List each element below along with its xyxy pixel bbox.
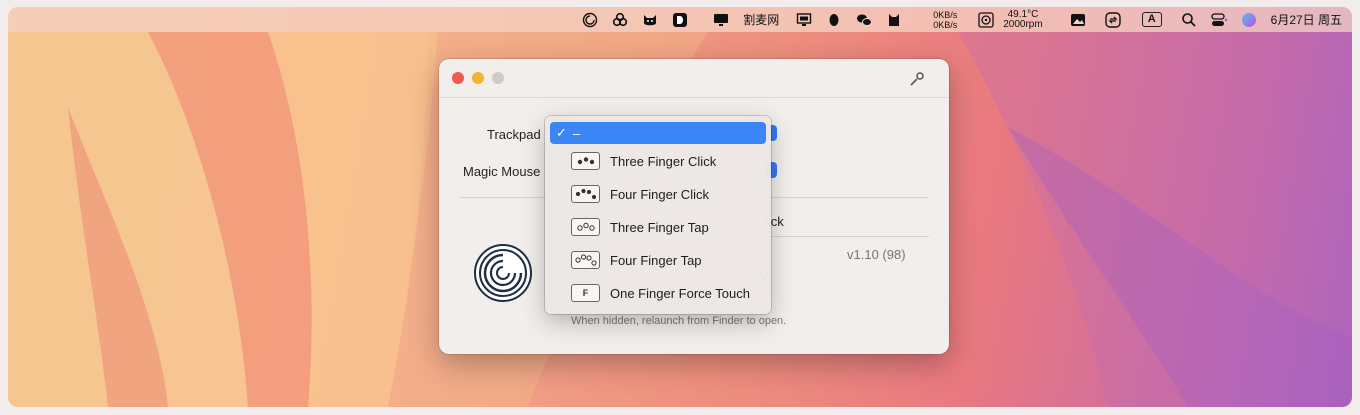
date-time[interactable]: 6月27日 周五 — [1264, 7, 1352, 32]
menu-item-three-finger-click[interactable]: Three Finger Click — [550, 148, 766, 174]
three-finger-tap-icon — [571, 218, 600, 236]
fan-speed: 2000rpm — [1003, 18, 1043, 30]
force-touch-icon: F — [571, 284, 600, 302]
menu-item-label: – — [572, 125, 581, 141]
version-label: v1.10 (98) — [847, 247, 906, 262]
wrench-icon[interactable] — [909, 71, 925, 87]
relaunch-note: When hidden, relaunch from Finder to ope… — [571, 315, 787, 327]
menu-item-label: Three Finger Click — [610, 153, 717, 169]
menu-item-three-finger-tap[interactable]: Three Finger Tap — [550, 214, 766, 240]
net-up: 0KB/s — [933, 9, 958, 20]
clock-spiral-icon[interactable] — [575, 7, 605, 32]
qq-icon[interactable] — [819, 7, 849, 32]
menu-item-label: Four Finger Click — [610, 186, 709, 202]
net-down: 0KB/s — [933, 19, 958, 30]
menu-item-four-finger-tap[interactable]: Four Finger Tap — [550, 247, 766, 273]
menu-item-label: Three Finger Tap — [610, 219, 709, 235]
menu-item-four-finger-click[interactable]: Four Finger Click — [550, 181, 766, 207]
three-finger-click-icon — [571, 152, 600, 170]
magic-mouse-label: Magic Mouse — [463, 164, 541, 179]
input-method-indicator[interactable]: A — [1128, 7, 1169, 32]
zoom-button[interactable] — [492, 72, 504, 84]
sync-icon[interactable] — [1093, 7, 1128, 32]
network-speed[interactable]: 0KB/s 0KB/s — [909, 7, 964, 32]
monitor-icon[interactable] — [695, 7, 736, 32]
menu-item-label: Four Finger Tap — [610, 252, 702, 268]
gesture-dropdown-menu: ✓ – Three Finger Click Four Finger Click… — [545, 116, 771, 314]
search-icon[interactable] — [1169, 7, 1204, 32]
four-finger-tap-icon — [571, 251, 600, 269]
trackpad-label: Trackpad — [487, 127, 541, 142]
close-button[interactable] — [452, 72, 464, 84]
display-icon[interactable] — [786, 7, 819, 32]
menu-item-one-finger-force-touch[interactable]: F One Finger Force Touch — [550, 280, 766, 306]
links-icon[interactable] — [605, 7, 635, 32]
app-logo-icon — [474, 244, 532, 302]
siri-icon[interactable] — [1234, 7, 1264, 32]
app-name[interactable]: 割麦网 — [736, 7, 786, 32]
cat-face-icon[interactable] — [635, 7, 665, 32]
checkmark-icon: ✓ — [556, 125, 567, 140]
menu-item-none[interactable]: ✓ – — [550, 122, 766, 144]
d-logo-icon[interactable] — [665, 7, 695, 32]
control-center-icon[interactable] — [1204, 7, 1234, 32]
menu-item-label: One Finger Force Touch — [610, 285, 750, 301]
wechat-icon[interactable] — [849, 7, 879, 32]
title-bar — [439, 59, 949, 98]
sensor-readout[interactable]: 49.1°C 2000rpm — [1001, 7, 1049, 32]
photo-icon[interactable] — [1050, 7, 1093, 32]
menu-bar: 割麦网 0KB/s 0KB/s 49.1°C 2000rpm A 6月27日 周… — [8, 7, 1352, 32]
minimize-button[interactable] — [472, 72, 484, 84]
temperature: 49.1°C — [1007, 8, 1039, 20]
cat-silhouette-icon[interactable] — [879, 7, 909, 32]
input-method-label: A — [1141, 12, 1162, 27]
four-finger-click-icon — [571, 185, 600, 203]
fan-icon[interactable] — [964, 7, 1001, 32]
